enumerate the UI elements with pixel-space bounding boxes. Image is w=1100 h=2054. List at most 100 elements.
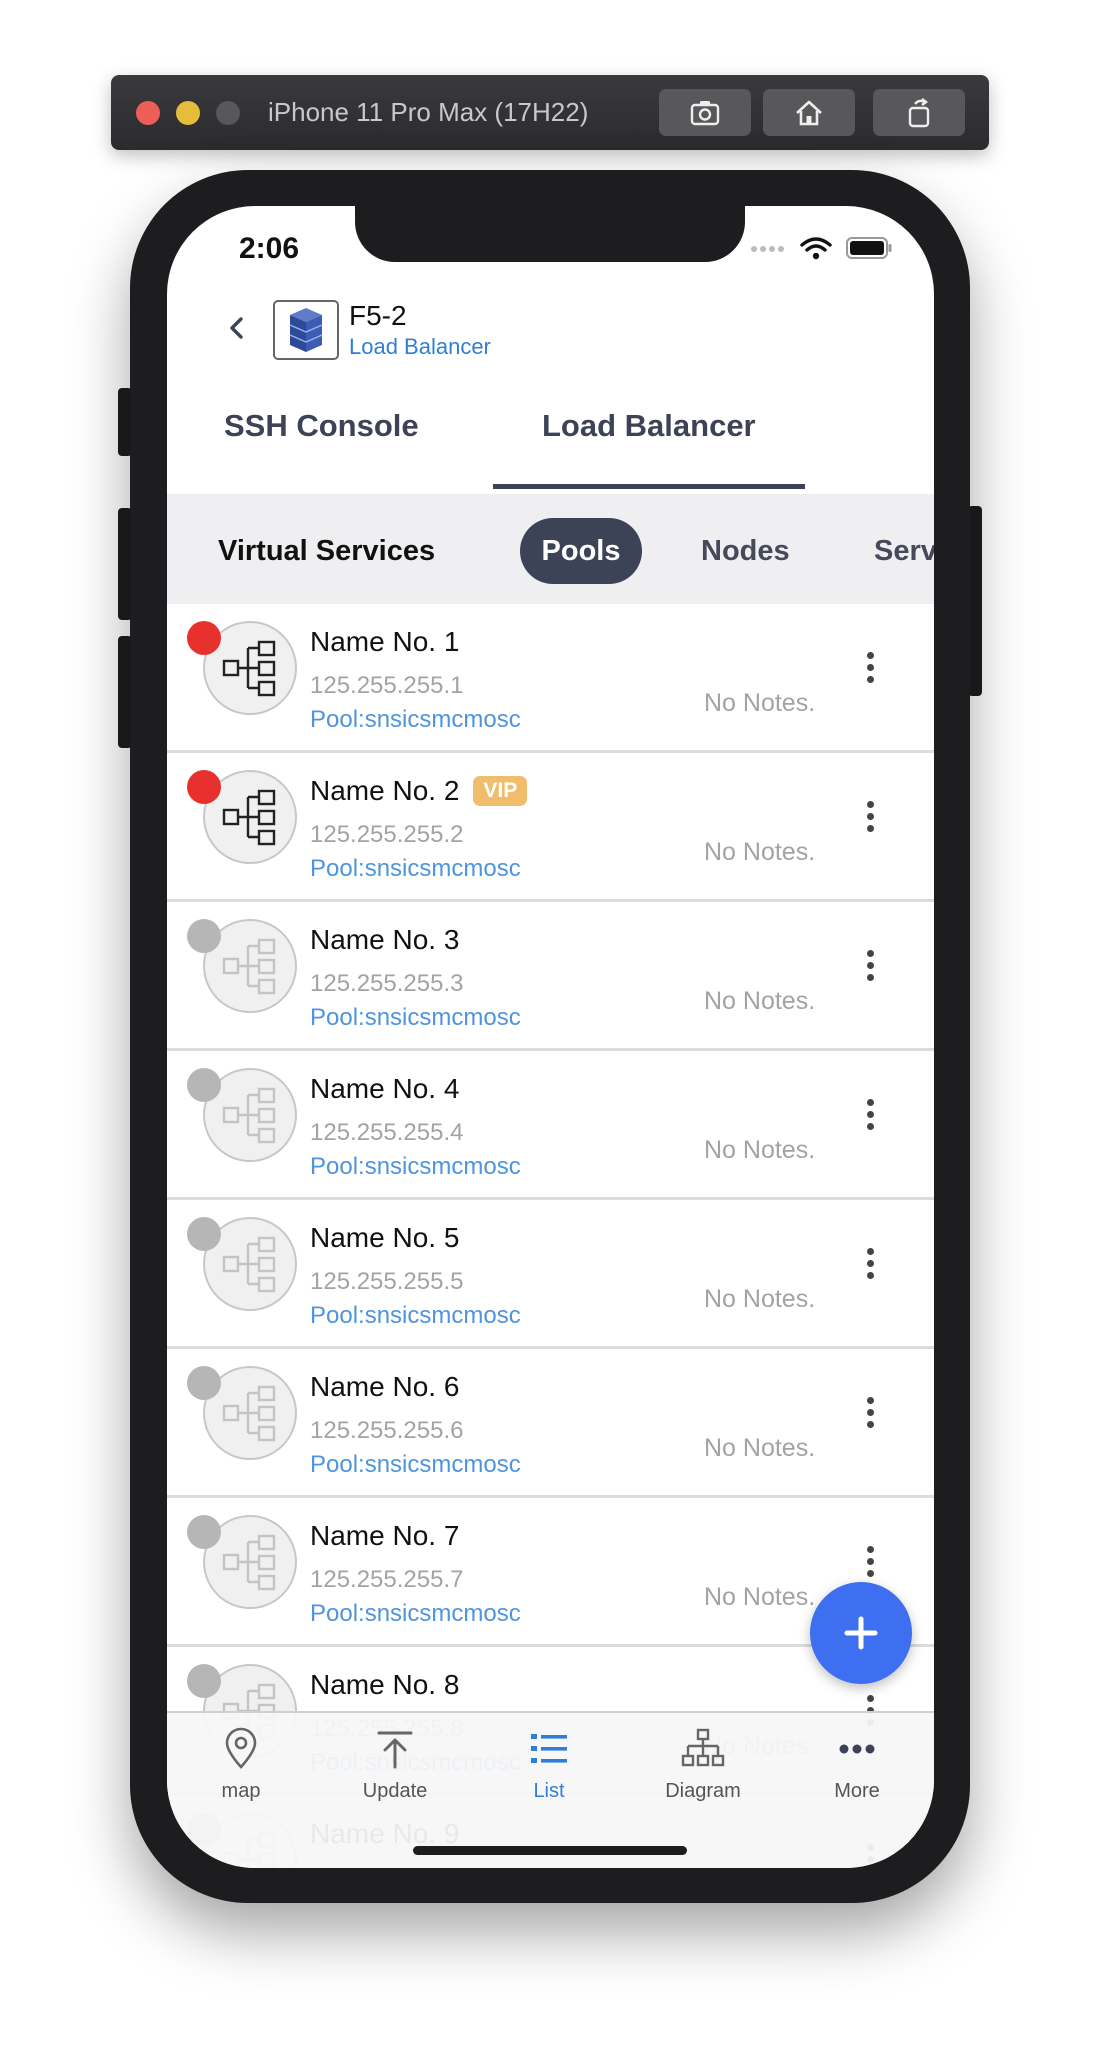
tab-load-balancer[interactable]: Load Balancer [542, 408, 756, 444]
rotate-button[interactable] [873, 89, 965, 136]
status-dot [187, 770, 221, 804]
list-icon [531, 1734, 567, 1763]
pool-notes: No Notes. [704, 1285, 816, 1313]
pool-tree-icon [222, 1087, 276, 1144]
battery-icon [846, 237, 892, 259]
segment-virtual-services[interactable]: Virtual Services [218, 518, 435, 584]
pool-name-line: Name No. 5 [310, 1222, 459, 1254]
cellular-signal-icon [751, 246, 784, 252]
device-type-link[interactable]: Load Balancer [349, 334, 491, 360]
pool-notes: No Notes. [704, 1434, 816, 1462]
more-options-icon[interactable] [867, 1397, 877, 1428]
pool-ip: 125.255.255.5 [310, 1268, 464, 1295]
pool-name: Name No. 3 [310, 924, 460, 955]
pool-link[interactable]: Pool:snsicsmcmosc [310, 1451, 521, 1479]
pool-name: Name No. 6 [310, 1371, 460, 1402]
minimize-window-button[interactable] [176, 101, 200, 125]
pool-link[interactable]: Pool:snsicsmcmosc [310, 1004, 521, 1032]
map-pin-icon [225, 1727, 257, 1769]
nav-diagram-label: Diagram [665, 1780, 741, 1802]
power-button [968, 506, 982, 696]
pool-tree-icon [222, 938, 276, 995]
bottom-nav: map Update List Diagram More [167, 1711, 934, 1868]
pool-name: Name No. 1 [310, 626, 460, 657]
pool-name: Name No. 4 [310, 1073, 460, 1104]
pool-ip: 125.255.255.6 [310, 1417, 464, 1444]
more-options-icon[interactable] [867, 1546, 877, 1577]
pool-link[interactable]: Pool:snsicsmcmosc [310, 1600, 521, 1628]
device-name: F5-2 [349, 300, 407, 331]
server-stack-icon [286, 306, 326, 354]
pool-notes: No Notes. [704, 1583, 816, 1611]
pool-notes: No Notes. [704, 1136, 816, 1164]
nav-list[interactable]: List [494, 1727, 604, 1803]
nav-diagram[interactable]: Diagram [648, 1727, 758, 1803]
status-dot [187, 1664, 221, 1698]
more-options-icon[interactable] [867, 950, 877, 981]
status-time: 2:06 [239, 232, 300, 265]
device-icon [273, 300, 339, 360]
pool-name-line: Name No. 3 [310, 924, 459, 956]
pool-ip: 125.255.255.4 [310, 1119, 464, 1146]
nav-list-label: List [533, 1780, 565, 1802]
pool-tree-icon [222, 640, 276, 697]
list-item[interactable]: Name No. 5 125.255.255.5 Pool:snsicsmcmosc… [167, 1200, 934, 1349]
rotate-icon [908, 97, 930, 127]
pool-notes: No Notes. [704, 838, 816, 866]
list-item[interactable]: Name No. 2 VIP 125.255.255.2 Pool:snsicsmcm… [167, 753, 934, 902]
nav-more[interactable]: More [802, 1727, 912, 1803]
screenshot-button[interactable] [659, 89, 751, 136]
pool-ip: 125.255.255.2 [310, 821, 464, 848]
home-button[interactable] [763, 89, 855, 136]
add-button[interactable] [810, 1582, 912, 1684]
more-icon [839, 1744, 875, 1754]
status-dot [187, 1068, 221, 1102]
list-item[interactable]: Name No. 3 125.255.255.3 Pool:snsicsmcmosc… [167, 902, 934, 1051]
tab-ssh-console[interactable]: SSH Console [224, 408, 419, 444]
status-dot [187, 621, 221, 655]
pool-tree-icon [222, 1236, 276, 1293]
vip-badge: VIP [473, 776, 528, 806]
pool-ip: 125.255.255.3 [310, 970, 464, 997]
nav-update[interactable]: Update [340, 1727, 450, 1803]
pool-link[interactable]: Pool:snsicsmcmosc [310, 1153, 521, 1181]
list-item[interactable]: Name No. 4 125.255.255.4 Pool:snsicsmcmosc… [167, 1051, 934, 1200]
camera-icon [690, 100, 720, 125]
wifi-icon [800, 237, 832, 260]
back-chevron-icon[interactable] [223, 314, 251, 342]
pool-link[interactable]: Pool:snsicsmcmosc [310, 1302, 521, 1330]
pool-name: Name No. 8 [310, 1669, 460, 1700]
more-options-icon[interactable] [867, 652, 877, 683]
segment-pools[interactable]: Pools [520, 518, 642, 584]
more-options-icon[interactable] [867, 1248, 877, 1279]
pool-name-line: Name No. 7 [310, 1520, 459, 1552]
segment-services[interactable]: Serv [874, 518, 934, 584]
status-dot [187, 1515, 221, 1549]
phone-screen: 2:06 F5-2 Load Balancer SSH Console Load… [167, 206, 934, 1868]
list-item[interactable]: Name No. 1 125.255.255.1 Pool:snsicsmcmosc… [167, 604, 934, 753]
status-icons [750, 236, 892, 260]
plus-icon [844, 1616, 878, 1650]
nav-more-label: More [834, 1780, 880, 1802]
pool-tree-icon [222, 789, 276, 846]
home-indicator [413, 1846, 687, 1855]
more-options-icon[interactable] [867, 1099, 877, 1130]
segment-nodes[interactable]: Nodes [701, 518, 790, 584]
status-dot [187, 919, 221, 953]
pool-link[interactable]: Pool:snsicsmcmosc [310, 855, 521, 883]
zoom-window-button[interactable] [216, 101, 240, 125]
pool-ip: 125.255.255.7 [310, 1566, 464, 1593]
nav-map[interactable]: map [186, 1727, 296, 1803]
pool-name: Name No. 7 [310, 1520, 460, 1551]
status-dot [187, 1366, 221, 1400]
pool-link[interactable]: Pool:snsicsmcmosc [310, 706, 521, 734]
home-icon [796, 100, 822, 125]
nav-update-label: Update [362, 1780, 428, 1802]
close-window-button[interactable] [136, 101, 160, 125]
simulator-title: iPhone 11 Pro Max (17H22) [268, 97, 589, 127]
list-item[interactable]: Name No. 6 125.255.255.6 Pool:snsicsmcmosc… [167, 1349, 934, 1498]
pool-name: Name No. 2 [310, 775, 460, 806]
simulator-title-bar: iPhone 11 Pro Max (17H22) [111, 75, 989, 150]
nav-map-label: map [221, 1780, 261, 1802]
more-options-icon[interactable] [867, 801, 877, 832]
